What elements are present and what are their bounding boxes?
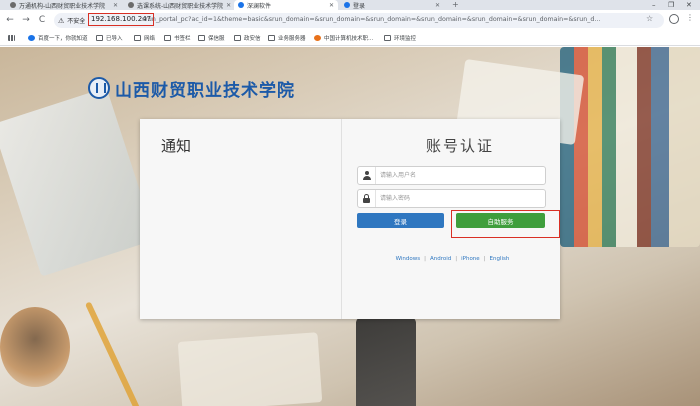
bookmark-label: 网络 <box>144 36 156 42</box>
tab-srun[interactable]: 深澜软件 ✕ <box>234 0 338 10</box>
reload-button[interactable]: C <box>36 14 48 26</box>
profile-icon[interactable] <box>669 14 679 24</box>
tab-login[interactable]: 登录 ✕ <box>340 0 444 10</box>
bookmark-item[interactable]: 百度一下，你就知道 <box>28 33 88 43</box>
bookmark-label: 环境监控 <box>394 36 417 42</box>
bookmark-item[interactable]: 业务服务器 <box>268 33 306 43</box>
bookmark-label: 业务服务器 <box>278 36 306 42</box>
password-field[interactable] <box>357 189 546 208</box>
tab-strip: 万通机构-山西财贸职业技术学院 ✕ 选课系统-山西财贸职业技术学院 ✕ 深澜软件… <box>0 0 700 10</box>
android-link[interactable]: Android <box>430 256 451 262</box>
site-favicon-icon <box>10 2 16 8</box>
bookmark-item[interactable]: 已导入 <box>96 33 123 43</box>
bookmark-item[interactable]: 中国计算机技术职... <box>314 33 373 43</box>
folder-icon <box>234 35 241 41</box>
client-download-links: Windows | Android | iPhone | English <box>360 256 545 262</box>
bookmark-label: 已导入 <box>106 36 123 42</box>
forward-button[interactable]: → <box>20 14 32 26</box>
auth-title: 账号认证 <box>425 137 494 155</box>
close-icon[interactable]: ✕ <box>223 2 231 9</box>
apps-grid-icon[interactable] <box>8 33 18 43</box>
background-cup-image <box>0 307 70 387</box>
tab-xuanke[interactable]: 选课系统-山西财贸职业技术学院 ✕ <box>124 0 232 10</box>
folder-icon <box>96 35 103 41</box>
bookmark-item[interactable]: 网络 <box>134 33 155 43</box>
site-favicon-icon <box>238 2 244 8</box>
close-window-button[interactable]: ✕ <box>686 0 692 10</box>
url-path[interactable]: srun_portal_pc?ac_id=1&theme=basic&srun_… <box>142 13 642 26</box>
security-label: 不安全 <box>67 18 86 25</box>
iphone-link[interactable]: iPhone <box>461 256 480 262</box>
close-icon[interactable]: ✕ <box>110 2 118 9</box>
link-separator: | <box>424 256 426 262</box>
bookmark-label: 百度一下，你就知道 <box>38 36 88 42</box>
back-button[interactable]: ← <box>4 14 16 26</box>
bookmark-label: 保信服 <box>208 36 225 42</box>
highlight-box <box>451 210 560 238</box>
bookmark-label: 书签栏 <box>174 36 191 42</box>
close-icon[interactable]: ✕ <box>432 2 440 9</box>
folder-icon <box>268 35 275 41</box>
tab-wantong[interactable]: 万通机构-山西财贸职业技术学院 ✕ <box>6 0 122 10</box>
apps-icon <box>8 35 15 41</box>
tab-title: 选课系统-山西财贸职业技术学院 <box>137 2 224 10</box>
baidu-icon <box>28 35 35 41</box>
site-favicon-icon <box>344 2 350 8</box>
security-indicator[interactable]: ⚠ 不安全 <box>58 13 85 28</box>
site-favicon-icon <box>128 2 134 8</box>
background-phone-image <box>356 317 416 406</box>
bookmark-item[interactable]: 保信服 <box>198 33 225 43</box>
bookmarks-bar: 百度一下，你就知道 已导入 网络 书签栏 保信服 政安信 业务服务器 中国计算机… <box>0 30 700 46</box>
minimize-button[interactable]: – <box>652 0 656 10</box>
bookmark-star-icon[interactable]: ☆ <box>646 14 653 23</box>
site-icon <box>314 35 321 41</box>
school-name: 山西财贸职业技术学院 <box>115 80 295 101</box>
new-tab-button[interactable]: + <box>452 0 459 10</box>
warning-icon: ⚠ <box>58 16 65 25</box>
background-pencil-image <box>84 301 142 406</box>
tab-title: 万通机构-山西财贸职业技术学院 <box>19 2 106 10</box>
lock-icon <box>363 194 370 203</box>
close-icon[interactable]: ✕ <box>326 2 334 9</box>
windows-link[interactable]: Windows <box>396 256 421 262</box>
user-icon-box <box>358 167 376 184</box>
folder-icon <box>384 35 391 41</box>
background-ipod-image <box>0 87 156 277</box>
bookmark-item[interactable]: 政安信 <box>234 33 261 43</box>
bookmark-item[interactable]: 环境监控 <box>384 33 416 43</box>
school-emblem-icon <box>88 77 110 99</box>
notice-title: 通知 <box>161 137 192 155</box>
link-separator: | <box>483 256 486 262</box>
folder-icon <box>198 35 205 41</box>
school-logo: 山西财贸职业技术学院 <box>88 76 295 101</box>
link-separator: | <box>455 256 458 262</box>
bookmark-label: 政安信 <box>244 36 261 42</box>
password-input[interactable] <box>380 192 540 205</box>
username-input[interactable] <box>380 169 540 182</box>
username-field-box[interactable] <box>357 166 546 185</box>
folder-icon <box>164 35 171 41</box>
login-button[interactable]: 登录 <box>357 213 444 228</box>
tab-title: 深澜软件 <box>247 2 272 10</box>
user-icon <box>362 171 371 180</box>
english-link[interactable]: English <box>490 256 510 262</box>
lock-icon-box <box>358 190 376 207</box>
restore-button[interactable]: ❐ <box>668 0 674 10</box>
folder-icon <box>134 35 141 41</box>
bookmark-item[interactable]: 书签栏 <box>164 33 191 43</box>
more-menu-icon[interactable]: ⋮ <box>686 13 694 22</box>
tab-title: 登录 <box>353 2 366 10</box>
bookmark-label: 中国计算机技术职... <box>324 36 374 42</box>
background-notepad-image <box>177 332 323 406</box>
